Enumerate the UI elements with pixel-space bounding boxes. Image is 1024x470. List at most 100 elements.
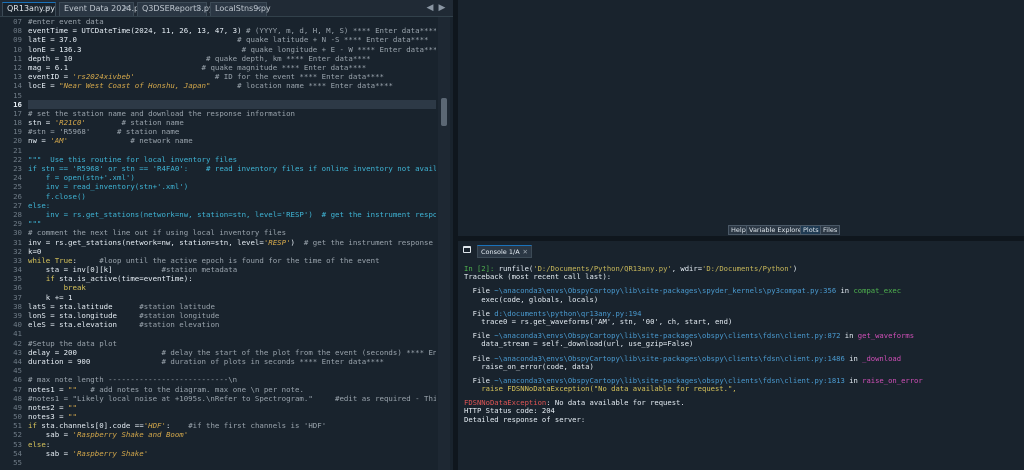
line-number: 37	[13, 292, 22, 302]
line-number: 53	[13, 439, 22, 449]
code-line[interactable]: locE = "Near West Coast of Honshu, Japan…	[28, 81, 436, 90]
code-line[interactable]	[28, 366, 436, 375]
console-tab[interactable]: Console 1/A ✕	[477, 245, 532, 258]
code-line[interactable]: if sta.is_active(time=eventTime):	[28, 274, 436, 283]
tab-plots[interactable]: Plots	[800, 225, 822, 235]
code-line[interactable]: """	[28, 219, 436, 228]
close-icon[interactable]: ✕	[44, 4, 51, 13]
line-number: 54	[13, 448, 22, 458]
console-output[interactable]: In [2]: runfile('D:/Documents/Python/QR1…	[464, 265, 1020, 470]
code-line[interactable]: inv = read_inventory(stn+'.xml')	[28, 182, 436, 191]
code-line[interactable]: f = open(stn+'.xml')	[28, 173, 436, 182]
line-number: 33	[13, 255, 22, 265]
editor-tab-label: Q3DSEReport3.py	[142, 4, 214, 13]
code-line[interactable]: else:	[28, 440, 436, 449]
close-icon[interactable]: ✕	[195, 4, 202, 13]
code-line[interactable]: k += 1	[28, 293, 436, 302]
tab-files[interactable]: Files	[820, 225, 841, 235]
line-number: 38	[13, 301, 22, 311]
code-line[interactable]: sab = 'Raspberry Shake'	[28, 449, 436, 458]
line-number: 08	[13, 26, 22, 36]
line-number: 40	[13, 320, 22, 330]
code-line[interactable]	[28, 99, 436, 109]
code-line[interactable]: lonE = 136.3 # quake longitude + E - W *…	[28, 45, 436, 54]
line-number: 35	[13, 274, 22, 284]
code-line[interactable]: eventID = 'rs2024xivbeb' # ID for the ev…	[28, 72, 436, 81]
code-line[interactable]: lonS = sta.longitude #station longitude	[28, 311, 436, 320]
line-number: 11	[13, 53, 22, 63]
code-line[interactable]: duration = 900 # duration of plots in se…	[28, 357, 436, 366]
code-line[interactable]: nw = 'AM' # network name	[28, 136, 436, 145]
editor-tab[interactable]: QR13any.py ✕	[2, 2, 56, 16]
code-line[interactable]: eleS = sta.elevation #station elevation	[28, 320, 436, 329]
code-line[interactable]: # set the station name and download the …	[28, 109, 436, 118]
plots-pane	[458, 0, 1024, 224]
line-number: 29	[13, 219, 22, 229]
code-line[interactable]: # max note length ----------------------…	[28, 375, 436, 384]
code-line[interactable]: notes2 = ""	[28, 403, 436, 412]
code-line[interactable]: else:	[28, 201, 436, 210]
code-line[interactable]: inv = rs.get_stations(network=nw, statio…	[28, 210, 436, 219]
code-line[interactable]: eventTime = UTCDateTime(2024, 11, 26, 13…	[28, 26, 436, 35]
close-icon[interactable]: ✕	[523, 248, 528, 256]
tab-scroll-right-icon[interactable]: ▶	[437, 3, 447, 13]
line-number: 23	[13, 164, 22, 173]
console-line: exec(code, globals, locals)	[464, 294, 599, 304]
line-number: 22	[13, 154, 22, 164]
code-line[interactable]: while True: #loop until the active epoch…	[28, 256, 436, 265]
editor-pane: QR13any.py ✕ Event Data 2024.py ✕ Q3DSERep…	[0, 0, 453, 470]
editor-scrollbar-thumb[interactable]	[441, 98, 447, 126]
line-number: 51	[13, 421, 22, 431]
code-line[interactable]	[28, 458, 436, 467]
tab-scroll-left-icon[interactable]: ◀	[425, 3, 435, 13]
code-line[interactable]: latS = sta.latitude #station latitude	[28, 302, 436, 311]
line-number: 52	[13, 430, 22, 440]
code-line[interactable]: # comment the next line out if using loc…	[28, 228, 436, 237]
code-line[interactable]: #Setup the data plot	[28, 339, 436, 348]
line-number: 32	[13, 246, 22, 256]
console-line: Detailed response of server:	[464, 414, 586, 424]
line-number: 47	[13, 384, 22, 394]
line-number: 20	[13, 136, 22, 146]
close-icon[interactable]: ✕	[122, 4, 129, 13]
code-line[interactable]: #notes1 = "Likely local noise at +1095s.…	[28, 394, 436, 403]
code-line[interactable]: if sta.channels[0].code =='HDF': #if the…	[28, 421, 436, 430]
code-line[interactable]: delay = 200 # delay the start of the plo…	[28, 348, 436, 357]
editor-tab[interactable]: Event Data 2024.py ✕	[59, 2, 144, 16]
code-line[interactable]: mag = 6.1 # quake magnitude **** Enter d…	[28, 63, 436, 72]
code-line[interactable]	[28, 329, 436, 338]
console-tabbar: Console 1/A ✕	[458, 241, 1024, 259]
code-line[interactable]: #enter event data	[28, 17, 436, 26]
code-line[interactable]	[28, 91, 436, 100]
code-line[interactable]: f.close()	[28, 192, 436, 201]
line-number: 26	[13, 191, 22, 201]
code-line[interactable]: """ Use this routine for local inventory…	[28, 155, 436, 164]
tab-variable-explorer[interactable]: Variable Explorer	[746, 225, 808, 235]
code-line[interactable]: sta = inv[0][k] #station metadata	[28, 265, 436, 274]
line-number: 46	[13, 375, 22, 385]
code-line[interactable]: break	[28, 283, 436, 292]
line-number: 42	[13, 338, 22, 348]
code-line[interactable]: sab = 'Raspberry Shake and Boom'	[28, 430, 436, 439]
code-line[interactable]: if stn == 'R5968' or stn == 'R4FA0': # r…	[28, 164, 436, 173]
code-line[interactable]: notes3 = ""	[28, 412, 436, 421]
code-line[interactable]: latE = 37.0 # quake latitude + N -S ****…	[28, 35, 436, 44]
line-number: 30	[13, 228, 22, 238]
console-pane: Console 1/A ✕ In [2]: runfile('D:/Documen…	[458, 241, 1024, 470]
code-line[interactable]: depth = 10 # quake depth, km **** Enter …	[28, 54, 436, 63]
editor-tab[interactable]: LocalStns9.py ✕	[210, 2, 271, 16]
code-line[interactable]: stn = 'R21C0' # station name	[28, 118, 436, 127]
code-line[interactable]: #stn = 'R5968' # station name	[28, 127, 436, 136]
code-line[interactable]: notes1 = "" # add notes to the diagram. …	[28, 385, 436, 394]
code-line[interactable]: k=0	[28, 247, 436, 256]
line-number: 10	[13, 44, 22, 54]
close-icon[interactable]: ✕	[255, 4, 262, 13]
code-line[interactable]: inv = rs.get_stations(network=nw, statio…	[28, 238, 436, 247]
code-area[interactable]: #enter event data eventTime = UTCDateTime…	[28, 17, 436, 470]
line-number: 39	[13, 311, 22, 320]
code-line[interactable]	[28, 146, 436, 155]
editor-tab[interactable]: Q3DSEReport3.py ✕	[137, 2, 214, 16]
line-number: 55	[13, 458, 22, 467]
editor-scrollbar[interactable]	[438, 17, 450, 470]
console-line: Traceback (most recent call last):	[464, 272, 612, 282]
